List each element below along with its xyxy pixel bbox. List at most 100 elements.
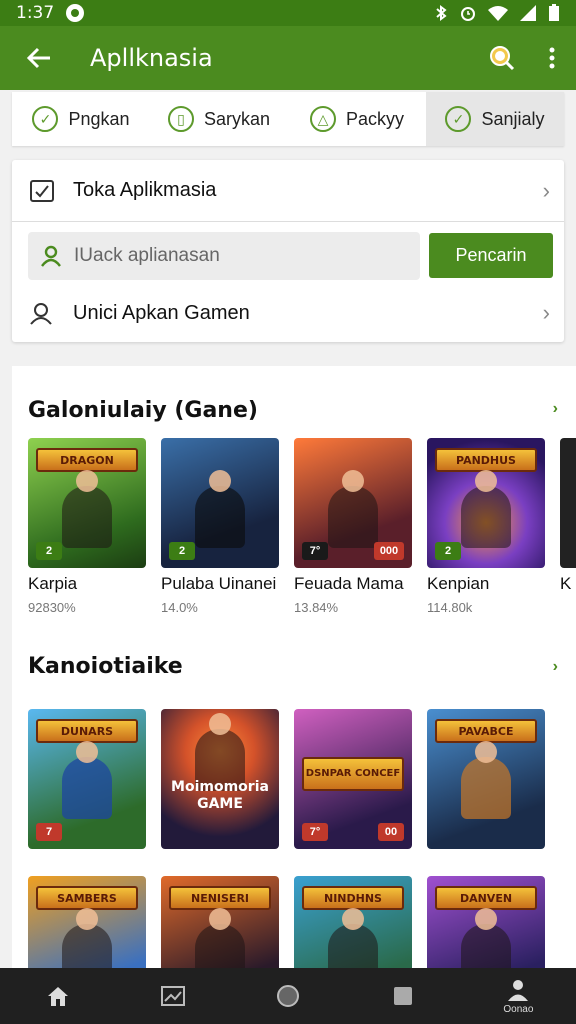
bottom-navigation: Oonao — [0, 968, 576, 1024]
tab-label: Sarykan — [203, 108, 271, 129]
game-banner: DUNARS — [36, 719, 138, 743]
nav-home-circle[interactable] — [230, 968, 345, 1024]
status-bar: 1:37 — [0, 0, 576, 26]
app-bar: Apllknasia — [0, 26, 576, 90]
game-banner: DRAGON — [36, 448, 138, 472]
game-stat: 13.84% — [294, 600, 339, 615]
game-banner: PANDHUS — [435, 448, 537, 472]
nav-recents[interactable] — [346, 968, 461, 1024]
rating-badge: 7° — [302, 542, 328, 560]
nav-home[interactable] — [0, 968, 115, 1024]
chevron-right-icon: › — [542, 300, 550, 325]
rating-badge: 2 — [169, 542, 195, 560]
page-title: Apllknasia — [90, 44, 213, 72]
notification-icon — [66, 4, 85, 22]
search-input[interactable] — [74, 245, 404, 267]
game-hero-graphic — [328, 470, 378, 548]
signal-icon — [520, 5, 536, 21]
game-banner: DSNPAR CONCEF — [302, 757, 404, 791]
tab-label: Pngkan — [68, 108, 130, 129]
nav-account-label: Oonao — [503, 1003, 534, 1015]
game-name: Feuada Mama — [294, 574, 404, 593]
game-tile[interactable]: DRAGON 2 Karpia 92830% — [28, 438, 146, 615]
game-thumbnail: PAVABCE — [427, 709, 545, 849]
game-thumbnail: 7° 000 — [294, 438, 412, 568]
search-submit-button[interactable]: Pencarin — [429, 233, 553, 278]
tab-label: Sanjialy — [481, 108, 545, 129]
game-thumbnail: DSNPAR CONCEF 7° 00 — [294, 709, 412, 849]
rating-badge: 2 — [36, 542, 62, 560]
game-stat: 114.80k — [427, 600, 473, 615]
search-icon — [490, 46, 515, 71]
games-apps-label: Unici Apkan Gamen — [73, 301, 250, 324]
tools-card: Toka Aplikmasia › Pencarin Unici Apkan G… — [12, 160, 564, 342]
app-bar-actions — [476, 26, 576, 90]
games-apps-row[interactable]: Unici Apkan Gamen › — [12, 288, 564, 338]
games-card: Galoniulaiy (Gane) › DRAGON 2 Karpia 928… — [12, 366, 576, 986]
person-icon — [508, 979, 529, 1001]
section-more-arrow-icon[interactable]: › — [553, 400, 558, 418]
game-hero-graphic — [62, 470, 112, 548]
game-banner: PAVABCE — [435, 719, 537, 743]
rating-badge: 7° — [302, 823, 328, 841]
game-thumbnail: DRAGON 2 — [28, 438, 146, 568]
section1-games: DRAGON 2 Karpia 92830% 2 Pulaba Uinanei … — [28, 438, 576, 615]
game-tile[interactable]: 2 Pulaba Uinanei 14.0% — [161, 438, 279, 615]
tab-pngkan[interactable]: ✓ Pngkan — [12, 92, 150, 146]
chevron-right-icon: › — [542, 177, 550, 203]
section2-games: DUNARS 7 Moimomoria GAME DSNPAR CONCEF 7… — [28, 709, 545, 849]
game-name: Karpia — [28, 574, 78, 593]
section-more-arrow-icon[interactable]: › — [553, 658, 558, 676]
section-title: Galoniulaiy (Gane) — [28, 398, 258, 423]
more-options-button[interactable] — [528, 26, 576, 90]
tab-sanjialy[interactable]: ✓ Sanjialy — [426, 92, 564, 146]
circle-icon — [277, 985, 299, 1007]
wifi-icon — [488, 6, 508, 21]
game-tile[interactable]: PANDHUS 2 Kenpian 114.80k — [427, 438, 545, 615]
game-name: Pulaba Uinanei — [161, 574, 277, 593]
game-logo-text: Moimomoria GAME — [171, 779, 269, 812]
check-circle-icon: ✓ — [445, 106, 472, 132]
toka-aplikmasia-row[interactable]: Toka Aplikmasia › — [12, 160, 564, 222]
game-tile[interactable]: DUNARS 7 — [28, 709, 146, 849]
game-tile[interactable]: K — [560, 438, 576, 615]
battery-icon — [549, 4, 559, 21]
game-stat: 92830% — [28, 600, 76, 615]
game-thumbnail: DUNARS 7 — [28, 709, 146, 849]
more-vert-icon — [549, 47, 555, 69]
game-thumbnail: 2 — [161, 438, 279, 568]
game-tile[interactable]: PAVABCE — [427, 709, 545, 849]
game-banner: DANVEN — [435, 886, 537, 910]
person-search-icon — [29, 301, 55, 325]
game-banner: NENISERI — [169, 886, 271, 910]
alarm-icon — [461, 7, 475, 21]
square-icon — [394, 987, 413, 1005]
game-thumbnail: PANDHUS 2 — [427, 438, 545, 568]
game-tile[interactable]: 7° 000 Feuada Mama 13.84% — [294, 438, 412, 615]
game-hero-graphic — [195, 470, 245, 548]
person-icon — [38, 244, 64, 268]
game-thumbnail: Moimomoria GAME — [161, 709, 279, 849]
bluetooth-icon — [436, 5, 447, 21]
tab-packyy[interactable]: △ Packyy — [288, 92, 426, 146]
nav-gallery[interactable] — [115, 968, 230, 1024]
tab-sarykan[interactable]: ▯ Sarykan — [150, 92, 288, 146]
status-icons — [434, 4, 560, 22]
search-button[interactable] — [476, 26, 528, 90]
bag-icon: ▯ — [167, 106, 194, 132]
section-title: Kanoiotiaike — [28, 654, 183, 679]
game-tile[interactable]: DSNPAR CONCEF 7° 00 — [294, 709, 412, 849]
back-button[interactable] — [0, 26, 78, 90]
arrow-left-icon — [26, 47, 50, 69]
tab-label: Packyy — [345, 108, 405, 129]
game-tile[interactable]: Moimomoria GAME — [161, 709, 279, 849]
game-banner: NINDHNS — [302, 886, 404, 910]
nav-account[interactable]: Oonao — [461, 968, 576, 1024]
rating-badge: 7 — [36, 823, 62, 841]
game-stat: 14.0% — [161, 600, 198, 615]
home-icon — [47, 987, 68, 1006]
game-thumbnail — [560, 438, 576, 568]
price-badge: 00 — [378, 823, 404, 841]
game-hero-graphic — [62, 741, 112, 819]
image-icon — [160, 986, 185, 1006]
